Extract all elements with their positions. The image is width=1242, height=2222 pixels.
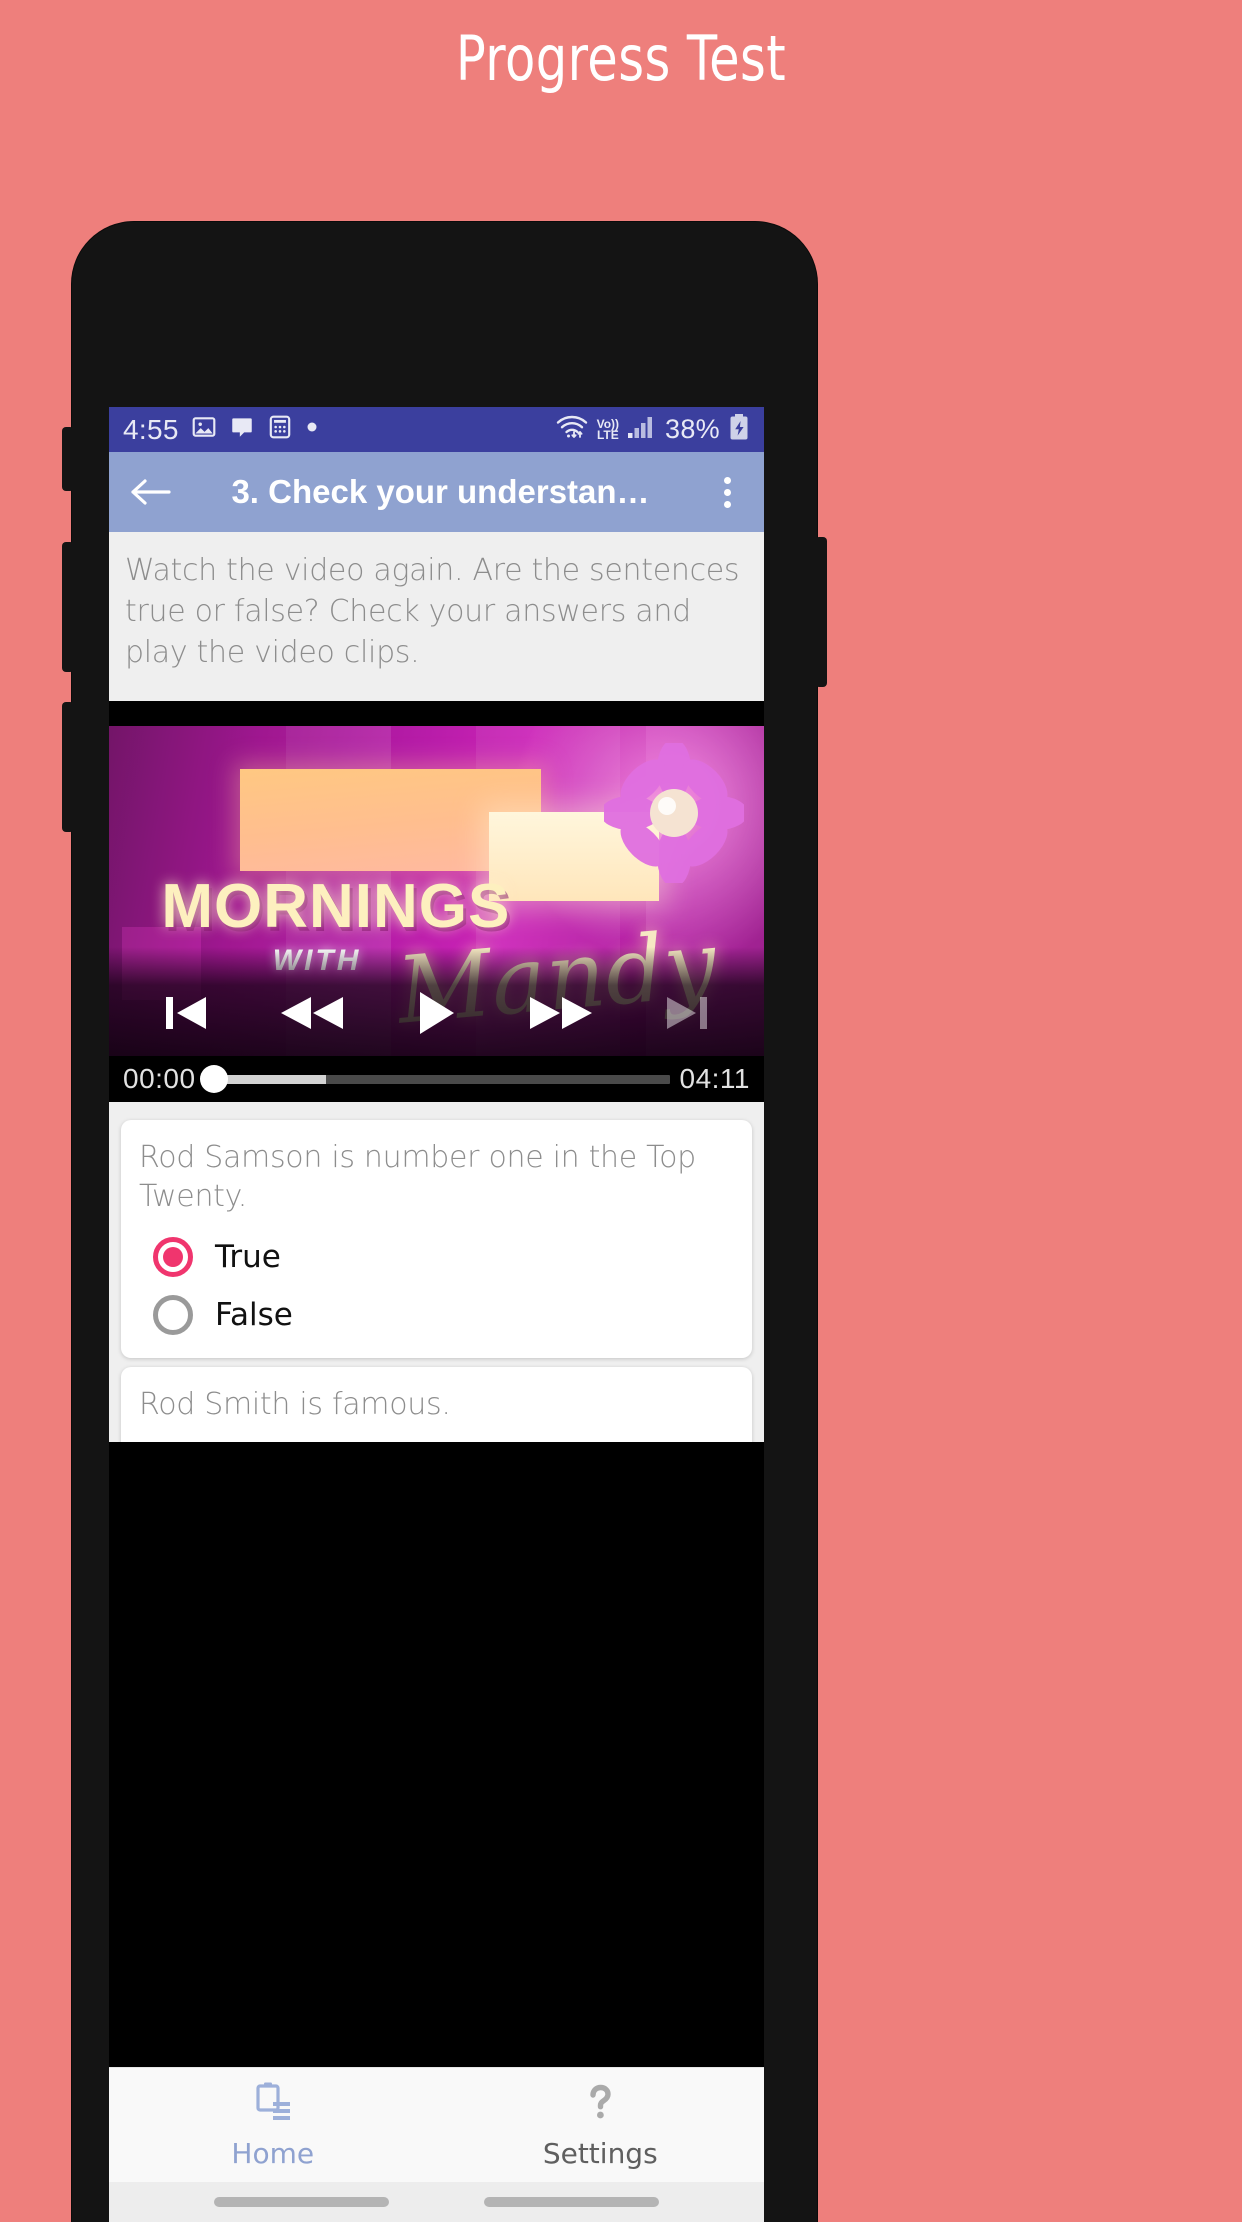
device-volume-down-button	[62, 702, 74, 832]
question-mark-icon	[577, 2080, 623, 2131]
clipboard-list-icon	[250, 2080, 296, 2131]
app-bar: 3. Check your understan…	[109, 452, 764, 532]
volte-icon: Vo)) LTE	[596, 418, 619, 442]
quiz-option-label: True	[215, 1239, 281, 1275]
calculator-icon	[267, 414, 293, 445]
quiz-option-true[interactable]: True	[139, 1228, 734, 1286]
device-volume-up-button	[62, 542, 74, 672]
quiz-list: Rod Samson is number one in the Top Twen…	[109, 1102, 764, 1442]
video-top-gap	[109, 701, 764, 726]
status-bar-time: 4:55	[123, 413, 179, 445]
wifi-icon	[555, 414, 589, 445]
overflow-dot-1	[723, 476, 731, 484]
video-controls	[109, 984, 764, 1042]
nav-label-settings: Settings	[542, 2137, 658, 2170]
status-bar: 4:55 Vo)) LTE 38%	[109, 407, 764, 452]
current-time-label: 00:00	[123, 1063, 196, 1094]
overflow-dot-3	[723, 500, 731, 508]
play-button[interactable]	[412, 984, 460, 1042]
page-title: Progress Test	[455, 22, 787, 95]
previous-button[interactable]	[160, 984, 212, 1042]
device-side-button-top	[62, 427, 74, 491]
video-player[interactable]: MORNINGS WITH Mandy	[109, 726, 764, 1056]
next-button[interactable]	[661, 984, 713, 1042]
gesture-bar-right[interactable]	[484, 2197, 659, 2207]
overflow-menu-button[interactable]	[704, 476, 750, 508]
image-icon	[191, 414, 217, 445]
signal-icon	[627, 414, 657, 445]
nav-item-home[interactable]: Home	[109, 2068, 437, 2182]
seek-track[interactable]	[199, 1065, 670, 1093]
bottom-navigation-bar: Home Settings	[109, 2067, 764, 2182]
phone-screen: 4:55 Vo)) LTE 38% 3. Check your understa…	[109, 407, 764, 2222]
video-seek-bar[interactable]: 00:00 04:11	[109, 1056, 764, 1102]
overflow-dot-2	[723, 488, 731, 496]
quiz-option-label: False	[215, 1297, 293, 1333]
nav-label-home: Home	[231, 2137, 315, 2170]
phone-device-frame: 4:55 Vo)) LTE 38% 3. Check your understa…	[62, 222, 827, 2222]
fast-forward-button[interactable]	[527, 984, 595, 1042]
question-text: Rod Samson is number one in the Top Twen…	[139, 1140, 696, 1214]
system-gesture-bar	[109, 2182, 764, 2222]
rewind-button[interactable]	[278, 984, 346, 1042]
quiz-option-true[interactable]: True	[139, 1436, 734, 1442]
battery-percent-label: 38%	[665, 414, 720, 444]
question-text: Rod Smith is famous.	[139, 1387, 451, 1422]
quiz-option-false[interactable]: False	[139, 1286, 734, 1344]
quiz-card: Rod Samson is number one in the Top Twen…	[121, 1120, 752, 1358]
nav-item-settings[interactable]: Settings	[437, 2068, 765, 2182]
dot-icon	[305, 420, 319, 439]
quiz-card: Rod Smith is famous. True False	[121, 1367, 752, 1442]
chat-icon	[229, 414, 255, 445]
seek-thumb[interactable]	[199, 1065, 228, 1093]
battery-charging-icon	[728, 413, 750, 446]
device-power-button	[815, 537, 827, 687]
instruction-text: Watch the video again. Are the sentences…	[125, 553, 740, 670]
radio-selected-icon[interactable]	[153, 1237, 193, 1277]
instruction-panel: Watch the video again. Are the sentences…	[109, 532, 764, 701]
back-button[interactable]	[123, 465, 177, 519]
radio-unselected-icon[interactable]	[153, 1295, 193, 1335]
app-bar-title: 3. Check your understan…	[231, 473, 650, 510]
duration-label: 04:11	[679, 1063, 750, 1094]
gesture-bar-left[interactable]	[214, 2197, 389, 2207]
volte-bottom-label: LTE	[596, 427, 619, 442]
flower-icon	[600, 738, 749, 887]
